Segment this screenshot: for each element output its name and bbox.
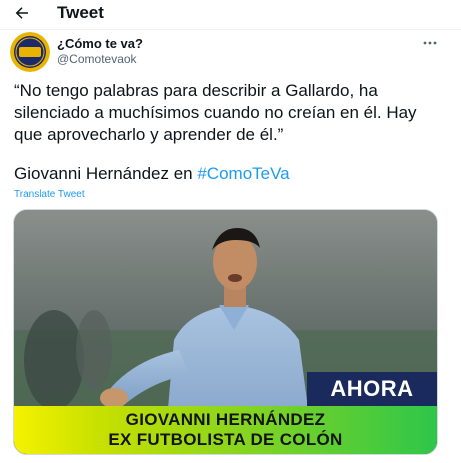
header-divider <box>0 29 461 30</box>
ahora-banner: AHORA <box>307 372 437 406</box>
tweet-byline: Giovanni Hernández en #ComoTeVa <box>14 163 290 185</box>
author-handle[interactable]: @Comotevaok <box>57 52 137 66</box>
back-button[interactable] <box>10 1 34 25</box>
tweet-media[interactable]: AHORA GIOVANNI HERNÁNDEZ EX FUTBOLISTA D… <box>13 209 438 455</box>
lower-third-banner: GIOVANNI HERNÁNDEZ EX FUTBOLISTA DE COLÓ… <box>14 406 437 454</box>
translate-tweet-link[interactable]: Translate Tweet <box>14 189 85 200</box>
arrow-left-icon <box>15 7 28 19</box>
more-dots-icon <box>423 41 437 45</box>
more-options-button[interactable] <box>422 36 438 48</box>
avatar[interactable] <box>10 32 50 72</box>
tweet-text-line: que aprovecharlo y aprender de él.” <box>14 125 284 144</box>
byline-text: Giovanni Hernández en <box>14 164 198 183</box>
lower-third-caption: EX FUTBOLISTA DE COLÓN <box>108 430 343 449</box>
tweet-text-line: “No tengo palabras para describir a Gall… <box>14 81 378 100</box>
tweet-text-line: silenciado a muchísimos cuando no creían… <box>14 103 417 122</box>
page-title: Tweet <box>57 3 104 22</box>
ahora-label: AHORA <box>330 376 414 401</box>
tweet-text: “No tengo palabras para describir a Gall… <box>14 80 450 146</box>
avatar-logo <box>10 32 50 72</box>
lower-third-name: GIOVANNI HERNÁNDEZ <box>125 410 326 429</box>
hashtag-link[interactable]: #ComoTeVa <box>197 164 289 183</box>
author-name[interactable]: ¿Cómo te va? <box>57 36 143 51</box>
top-bar: Tweet <box>0 0 461 28</box>
